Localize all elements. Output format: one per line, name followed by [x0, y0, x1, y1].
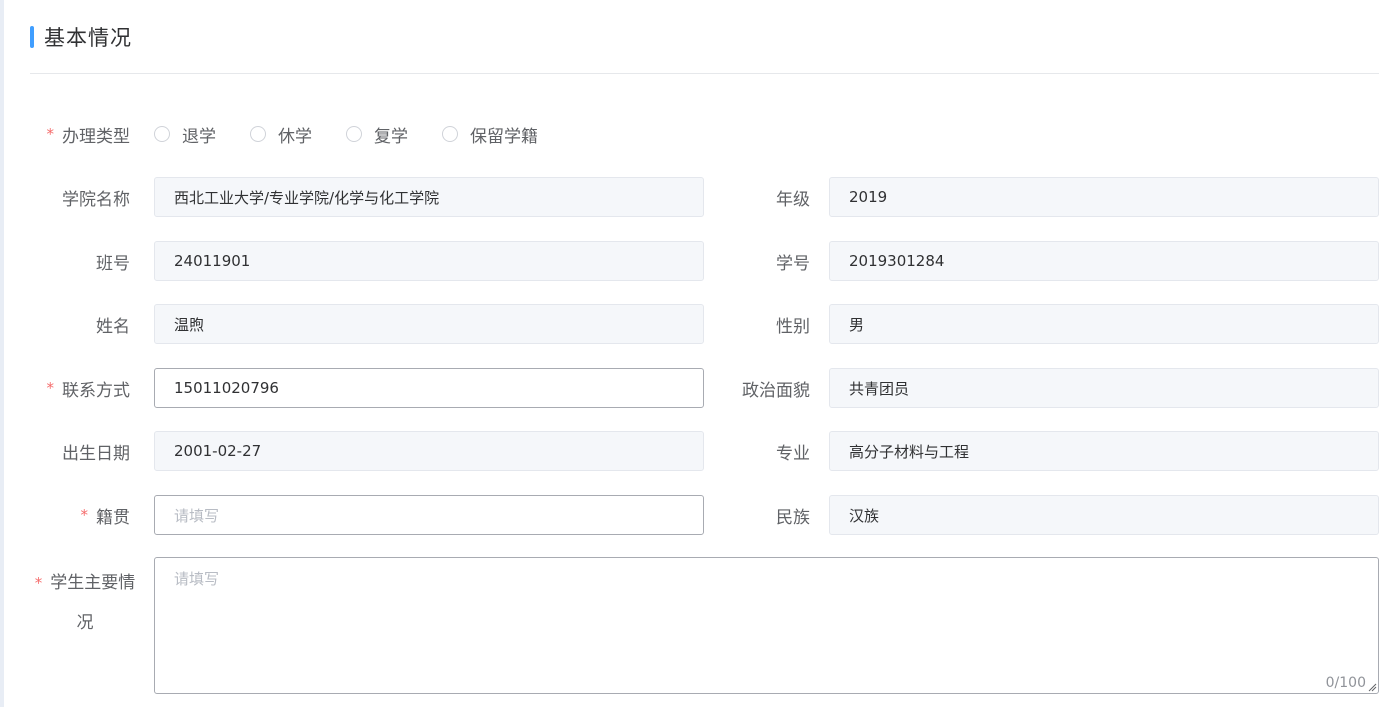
gender-field: 男	[829, 304, 1379, 344]
student-no-field: 2019301284	[829, 241, 1379, 281]
grade-field: 2019	[829, 177, 1379, 217]
ethnicity-field: 汉族	[829, 495, 1379, 535]
contact-label-text: 联系方式	[62, 380, 130, 401]
radio-label: 退学	[182, 126, 216, 147]
form-row: 出生日期 2001-02-27 专业 高分子材料与工程	[30, 431, 1379, 471]
radio-resume[interactable]: 复学	[346, 122, 408, 147]
native-place-label-text: 籍贯	[96, 507, 130, 528]
contact-label: * 联系方式	[30, 368, 131, 408]
form-row: 班号 24011901 学号 2019301284	[30, 241, 1379, 281]
native-place-input[interactable]: 请填写	[154, 495, 704, 535]
situation-label-line1: 学生主要情	[50, 573, 136, 593]
political-label: 政治面貌	[742, 380, 810, 401]
radio-circle-icon[interactable]	[154, 126, 170, 142]
radio-suspend[interactable]: 休学	[250, 122, 312, 147]
radio-label: 复学	[374, 126, 408, 147]
student-no-label: 学号	[776, 253, 810, 274]
gender-label: 性别	[776, 316, 810, 337]
grade-label: 年级	[776, 189, 810, 210]
apply-type-radio-group: 退学 休学 复学 保留学籍	[154, 114, 572, 154]
radio-withdraw[interactable]: 退学	[154, 122, 216, 147]
form-row: * 联系方式 15011020796 政治面貌 共青团员	[30, 368, 1379, 408]
name-label: 姓名	[96, 316, 130, 337]
situation-placeholder: 请填写	[174, 570, 220, 588]
radio-label: 休学	[278, 126, 312, 147]
birth-field: 2001-02-27	[154, 431, 704, 471]
form-row: 姓名 温煦 性别 男	[30, 304, 1379, 344]
required-mark: *	[46, 125, 55, 143]
resize-handle-icon[interactable]	[1367, 682, 1377, 692]
situation-row: * 学生主要情 况 请填写 0/100	[30, 557, 1379, 694]
required-mark: *	[80, 506, 89, 524]
section-accent-bar	[30, 26, 34, 48]
college-label: 学院名称	[62, 189, 130, 210]
radio-circle-icon[interactable]	[346, 126, 362, 142]
radio-circle-icon[interactable]	[442, 126, 458, 142]
college-field: 西北工业大学/专业学院/化学与化工学院	[154, 177, 704, 217]
apply-type-label: * 办理类型	[30, 114, 131, 154]
class-no-label: 班号	[96, 253, 130, 274]
left-edge-strip	[0, 0, 4, 707]
section-header: 基本情况	[30, 24, 132, 50]
major-label: 专业	[776, 443, 810, 464]
apply-type-row: * 办理类型 退学 休学 复学 保留学籍	[30, 114, 1379, 154]
situation-textarea[interactable]: 请填写 0/100	[154, 557, 1379, 694]
birth-label: 出生日期	[62, 443, 130, 464]
section-divider	[30, 73, 1379, 74]
radio-circle-icon[interactable]	[250, 126, 266, 142]
class-no-field: 24011901	[154, 241, 704, 281]
required-mark: *	[34, 574, 43, 592]
radio-label: 保留学籍	[470, 126, 538, 147]
major-field: 高分子材料与工程	[829, 431, 1379, 471]
apply-type-label-text: 办理类型	[62, 126, 130, 147]
contact-input[interactable]: 15011020796	[154, 368, 704, 408]
radio-retain-status[interactable]: 保留学籍	[442, 122, 538, 147]
form-row: * 籍贯 请填写 民族 汉族	[30, 495, 1379, 535]
situation-label-line2: 况	[76, 613, 94, 633]
required-mark: *	[46, 379, 55, 397]
situation-label: * 学生主要情 况	[30, 563, 140, 643]
name-field: 温煦	[154, 304, 704, 344]
ethnicity-label: 民族	[776, 507, 810, 528]
native-place-label: * 籍贯	[30, 495, 131, 535]
section-title: 基本情况	[44, 26, 132, 50]
char-counter: 0/100	[1325, 675, 1366, 691]
form-row: 学院名称 西北工业大学/专业学院/化学与化工学院 年级 2019	[30, 177, 1379, 217]
political-field: 共青团员	[829, 368, 1379, 408]
